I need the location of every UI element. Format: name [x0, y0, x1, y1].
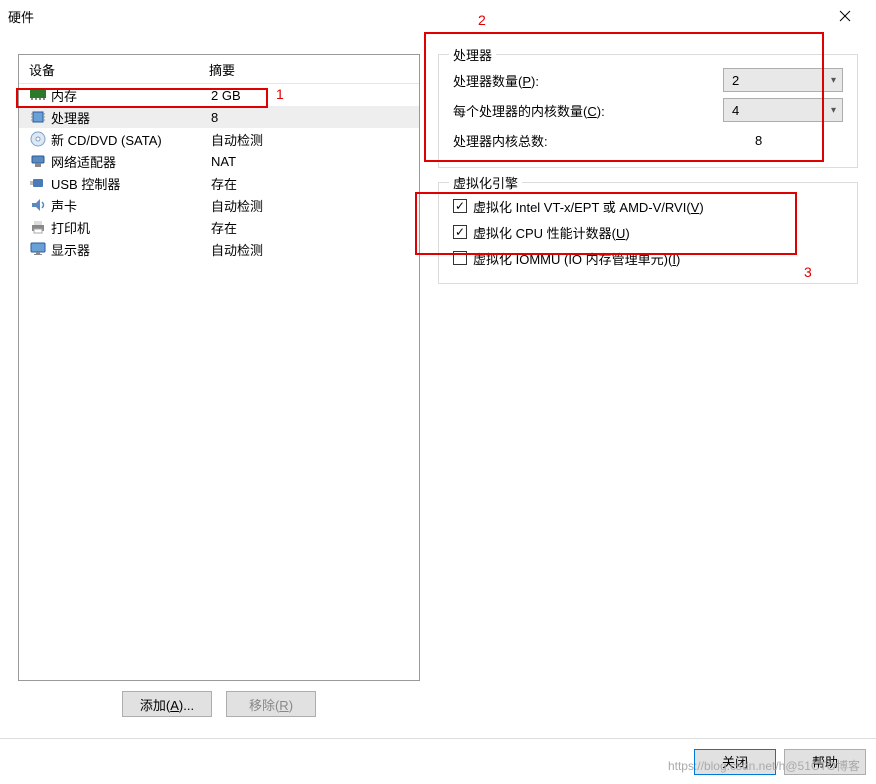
add-button[interactable]: 添加(A)... [122, 691, 212, 717]
device-summary: 8 [211, 110, 411, 125]
total-cores-label: 处理器内核总数: [453, 131, 747, 150]
processor-count-label: 处理器数量(P): [453, 71, 715, 90]
chevron-down-icon: ▾ [831, 105, 836, 116]
disc-icon [29, 130, 47, 148]
device-row[interactable]: 显示器自动检测 [19, 238, 419, 260]
device-row[interactable]: USB 控制器存在 [19, 172, 419, 194]
iommu-label: 虚拟化 IOMMU (IO 内存管理单元)(I) [473, 249, 680, 268]
device-row[interactable]: 声卡自动检测 [19, 194, 419, 216]
device-name: 显示器 [51, 240, 211, 259]
header-summary: 摘要 [209, 60, 235, 79]
cores-per-processor-value: 4 [732, 103, 739, 118]
device-row[interactable]: 新 CD/DVD (SATA)自动检测 [19, 128, 419, 150]
device-row[interactable]: 内存2 GB [19, 84, 419, 106]
device-rows: 内存2 GB处理器8新 CD/DVD (SATA)自动检测网络适配器NATUSB… [19, 84, 419, 260]
perf-label: 虚拟化 CPU 性能计数器(U) [473, 223, 630, 242]
device-list: 设备 摘要 内存2 GB处理器8新 CD/DVD (SATA)自动检测网络适配器… [18, 54, 420, 681]
printer-icon [29, 218, 47, 236]
device-row[interactable]: 处理器8 [19, 106, 419, 128]
chevron-down-icon: ▾ [831, 75, 836, 86]
iommu-checkbox[interactable]: ✓ [453, 251, 467, 265]
processor-group: 处理器 处理器数量(P): 2 ▾ 每个处理器的内核数量(C): 4 [438, 54, 858, 168]
usb-icon [29, 174, 47, 192]
device-name: 内存 [51, 86, 211, 105]
cores-per-processor-label: 每个处理器的内核数量(C): [453, 101, 715, 120]
remove-button[interactable]: 移除(R) [226, 691, 316, 717]
titlebar: 硬件 [0, 0, 876, 32]
window-title: 硬件 [8, 7, 822, 26]
close-icon [839, 10, 851, 22]
vt-checkbox[interactable]: ✓ [453, 199, 467, 213]
device-name: 打印机 [51, 218, 211, 237]
hardware-window: 硬件 设备 摘要 内存2 GB处理器8新 CD/DVD (SATA)自动检测网络… [0, 0, 876, 784]
device-name: 处理器 [51, 108, 211, 127]
device-summary: 自动检测 [211, 130, 411, 149]
watermark: https://blog.csdn.net/h@51CTO博客 [668, 757, 860, 774]
window-close-button[interactable] [822, 0, 868, 32]
virtualization-group-title: 虚拟化引擎 [449, 173, 522, 192]
device-list-header: 设备 摘要 [19, 55, 419, 84]
sound-icon [29, 196, 47, 214]
virtualization-group: 虚拟化引擎 ✓ 虚拟化 Intel VT-x/EPT 或 AMD-V/RVI(V… [438, 182, 858, 284]
cpu-icon [29, 108, 47, 126]
add-button-label: 添加(A)... [140, 698, 194, 713]
total-cores-value: 8 [755, 133, 843, 148]
cores-per-processor-combo[interactable]: 4 ▾ [723, 98, 843, 122]
network-icon [29, 152, 47, 170]
device-summary: 2 GB [211, 88, 411, 103]
device-row[interactable]: 网络适配器NAT [19, 150, 419, 172]
perf-checkbox[interactable]: ✓ [453, 225, 467, 239]
device-summary: 存在 [211, 174, 411, 193]
processor-count-value: 2 [732, 73, 739, 88]
monitor-icon [29, 240, 47, 258]
processor-count-combo[interactable]: 2 ▾ [723, 68, 843, 92]
memory-icon [29, 86, 47, 104]
right-panel: 处理器 处理器数量(P): 2 ▾ 每个处理器的内核数量(C): 4 [438, 54, 858, 727]
device-summary: 存在 [211, 218, 411, 237]
device-name: USB 控制器 [51, 174, 211, 193]
remove-button-label: 移除(R) [249, 698, 293, 713]
device-name: 新 CD/DVD (SATA) [51, 130, 211, 149]
device-row[interactable]: 打印机存在 [19, 216, 419, 238]
device-summary: 自动检测 [211, 240, 411, 259]
device-summary: NAT [211, 154, 411, 169]
device-name: 声卡 [51, 196, 211, 215]
header-device: 设备 [29, 60, 209, 79]
vt-label: 虚拟化 Intel VT-x/EPT 或 AMD-V/RVI(V) [473, 197, 704, 216]
device-summary: 自动检测 [211, 196, 411, 215]
device-name: 网络适配器 [51, 152, 211, 171]
device-panel: 设备 摘要 内存2 GB处理器8新 CD/DVD (SATA)自动检测网络适配器… [18, 54, 420, 727]
processor-group-title: 处理器 [449, 45, 496, 64]
